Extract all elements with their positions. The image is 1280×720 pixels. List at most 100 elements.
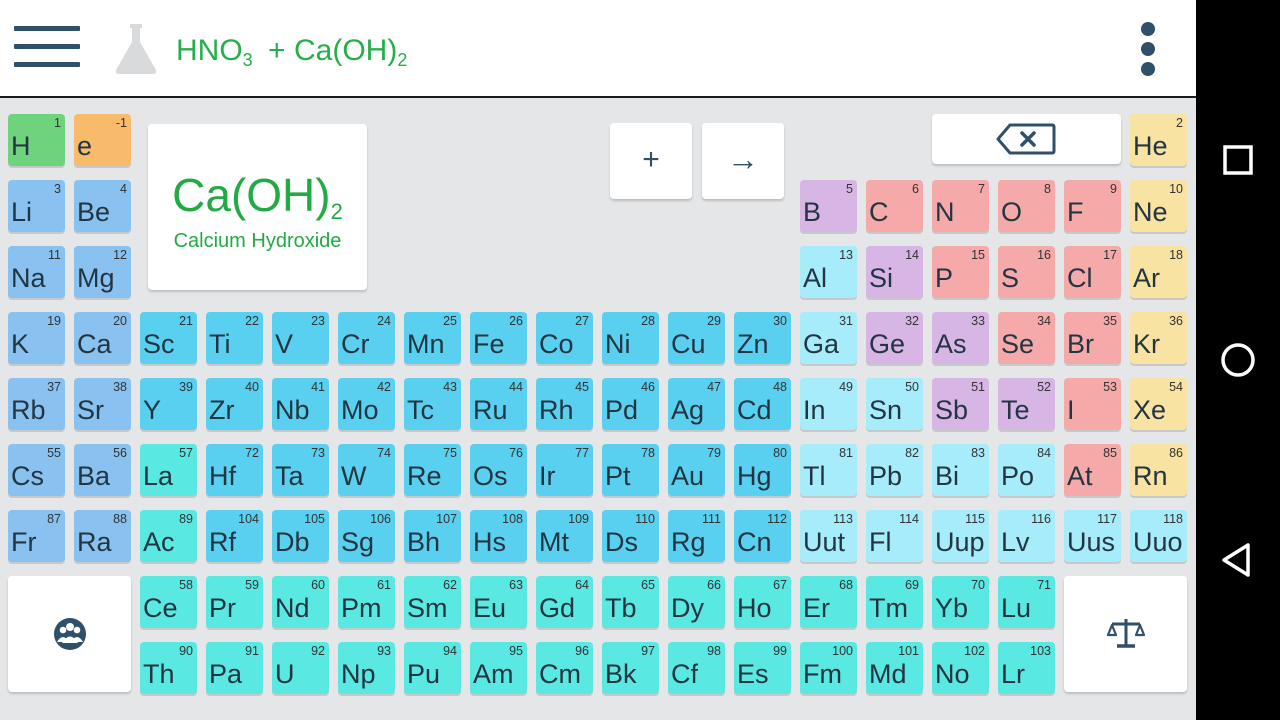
element-mo[interactable]: 42 Mo xyxy=(338,378,395,430)
recent-apps-button[interactable] xyxy=(1196,120,1280,200)
element-he[interactable]: 2 He xyxy=(1130,114,1187,166)
element-pu[interactable]: 94 Pu xyxy=(404,642,461,694)
element-ir[interactable]: 77 Ir xyxy=(536,444,593,496)
element-nb[interactable]: 41 Nb xyxy=(272,378,329,430)
element-ta[interactable]: 73 Ta xyxy=(272,444,329,496)
element-rh[interactable]: 45 Rh xyxy=(536,378,593,430)
element-cs[interactable]: 55 Cs xyxy=(8,444,65,496)
element-cf[interactable]: 98 Cf xyxy=(668,642,725,694)
element-e[interactable]: -1 e xyxy=(74,114,131,166)
element-kr[interactable]: 36 Kr xyxy=(1130,312,1187,364)
element-cu[interactable]: 29 Cu xyxy=(668,312,725,364)
element-zr[interactable]: 40 Zr xyxy=(206,378,263,430)
element-ni[interactable]: 28 Ni xyxy=(602,312,659,364)
element-gd[interactable]: 64 Gd xyxy=(536,576,593,628)
element-mt[interactable]: 109 Mt xyxy=(536,510,593,562)
element-la[interactable]: 57 La xyxy=(140,444,197,496)
element-am[interactable]: 95 Am xyxy=(470,642,527,694)
element-mg[interactable]: 12 Mg xyxy=(74,246,131,298)
element-y[interactable]: 39 Y xyxy=(140,378,197,430)
element-au[interactable]: 79 Au xyxy=(668,444,725,496)
element-lv[interactable]: 116 Lv xyxy=(998,510,1055,562)
element-bh[interactable]: 107 Bh xyxy=(404,510,461,562)
element-br[interactable]: 35 Br xyxy=(1064,312,1121,364)
element-md[interactable]: 101 Md xyxy=(866,642,923,694)
arrow-key[interactable]: → xyxy=(702,123,784,199)
reactant-1[interactable]: HNO3 xyxy=(176,34,253,71)
element-ca[interactable]: 20 Ca xyxy=(74,312,131,364)
flask-icon[interactable] xyxy=(112,20,160,76)
element-uup[interactable]: 115 Uup xyxy=(932,510,989,562)
element-no[interactable]: 102 No xyxy=(932,642,989,694)
element-tm[interactable]: 69 Tm xyxy=(866,576,923,628)
element-tl[interactable]: 81 Tl xyxy=(800,444,857,496)
element-ga[interactable]: 31 Ga xyxy=(800,312,857,364)
element-th[interactable]: 90 Th xyxy=(140,642,197,694)
element-be[interactable]: 4 Be xyxy=(74,180,131,232)
element-ag[interactable]: 47 Ag xyxy=(668,378,725,430)
element-pb[interactable]: 82 Pb xyxy=(866,444,923,496)
element-bk[interactable]: 97 Bk xyxy=(602,642,659,694)
element-dy[interactable]: 66 Dy xyxy=(668,576,725,628)
element-as[interactable]: 33 As xyxy=(932,312,989,364)
element-hf[interactable]: 72 Hf xyxy=(206,444,263,496)
element-ho[interactable]: 67 Ho xyxy=(734,576,791,628)
element-w[interactable]: 74 W xyxy=(338,444,395,496)
element-fe[interactable]: 26 Fe xyxy=(470,312,527,364)
element-na[interactable]: 11 Na xyxy=(8,246,65,298)
element-pm[interactable]: 61 Pm xyxy=(338,576,395,628)
element-sn[interactable]: 50 Sn xyxy=(866,378,923,430)
group-button[interactable] xyxy=(8,576,131,692)
element-n[interactable]: 7N xyxy=(932,180,989,232)
element-sr[interactable]: 38 Sr xyxy=(74,378,131,430)
element-eu[interactable]: 63 Eu xyxy=(470,576,527,628)
element-os[interactable]: 76 Os xyxy=(470,444,527,496)
reactant-2[interactable]: Ca(OH)2 xyxy=(294,34,407,71)
element-uus[interactable]: 117 Uus xyxy=(1064,510,1121,562)
balance-button[interactable] xyxy=(1064,576,1187,692)
element-si[interactable]: 14 Si xyxy=(866,246,923,298)
element-pa[interactable]: 91 Pa xyxy=(206,642,263,694)
element-np[interactable]: 93 Np xyxy=(338,642,395,694)
element-rb[interactable]: 37 Rb xyxy=(8,378,65,430)
element-ar[interactable]: 18 Ar xyxy=(1130,246,1187,298)
element-ru[interactable]: 44 Ru xyxy=(470,378,527,430)
home-button[interactable] xyxy=(1196,320,1280,400)
element-rf[interactable]: 104 Rf xyxy=(206,510,263,562)
backspace-key[interactable] xyxy=(932,114,1121,164)
element-xe[interactable]: 54 Xe xyxy=(1130,378,1187,430)
element-sc[interactable]: 21 Sc xyxy=(140,312,197,364)
element-al[interactable]: 13 Al xyxy=(800,246,857,298)
element-ge[interactable]: 32 Ge xyxy=(866,312,923,364)
element-mn[interactable]: 25 Mn xyxy=(404,312,461,364)
element-rn[interactable]: 86 Rn xyxy=(1130,444,1187,496)
element-sm[interactable]: 62 Sm xyxy=(404,576,461,628)
element-lr[interactable]: 103 Lr xyxy=(998,642,1055,694)
element-v[interactable]: 23 V xyxy=(272,312,329,364)
back-button[interactable] xyxy=(1196,520,1280,600)
element-ti[interactable]: 22 Ti xyxy=(206,312,263,364)
element-pd[interactable]: 46 Pd xyxy=(602,378,659,430)
element-ac[interactable]: 89 Ac xyxy=(140,510,197,562)
element-ds[interactable]: 110 Ds xyxy=(602,510,659,562)
element-ce[interactable]: 58 Ce xyxy=(140,576,197,628)
element-tc[interactable]: 43 Tc xyxy=(404,378,461,430)
element-h[interactable]: 1H xyxy=(8,114,65,166)
element-hg[interactable]: 80 Hg xyxy=(734,444,791,496)
element-lu[interactable]: 71 Lu xyxy=(998,576,1055,628)
element-ba[interactable]: 56 Ba xyxy=(74,444,131,496)
element-cr[interactable]: 24 Cr xyxy=(338,312,395,364)
element-at[interactable]: 85 At xyxy=(1064,444,1121,496)
element-pr[interactable]: 59 Pr xyxy=(206,576,263,628)
menu-button[interactable] xyxy=(14,24,82,72)
element-sg[interactable]: 106 Sg xyxy=(338,510,395,562)
element-cd[interactable]: 48 Cd xyxy=(734,378,791,430)
element-te[interactable]: 52 Te xyxy=(998,378,1055,430)
element-bi[interactable]: 83 Bi xyxy=(932,444,989,496)
element-er[interactable]: 68 Er xyxy=(800,576,857,628)
element-ne[interactable]: 10 Ne xyxy=(1130,180,1187,232)
element-pt[interactable]: 78 Pt xyxy=(602,444,659,496)
plus-key[interactable]: + xyxy=(610,123,692,199)
element-co[interactable]: 27 Co xyxy=(536,312,593,364)
element-rg[interactable]: 111 Rg xyxy=(668,510,725,562)
